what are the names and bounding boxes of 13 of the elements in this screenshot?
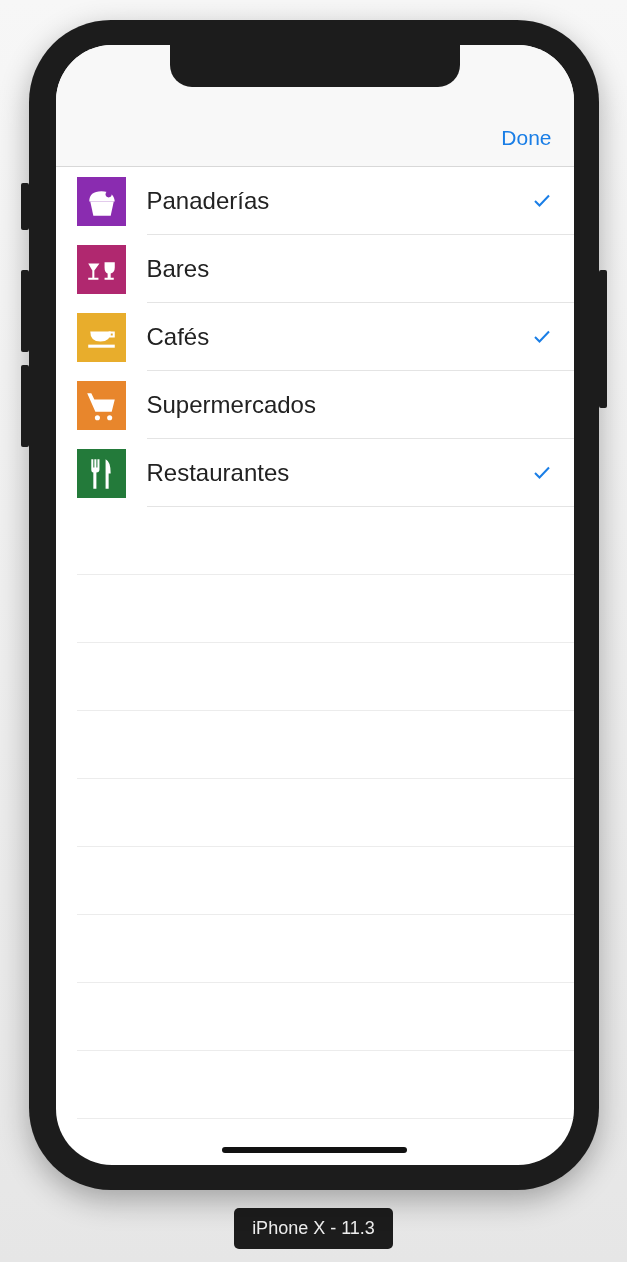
device-label: iPhone X - 11.3 [234, 1208, 393, 1249]
category-name: Panaderías [146, 186, 270, 215]
category-name: Cafés [146, 322, 210, 351]
list-cell[interactable]: Bares [146, 235, 574, 303]
home-indicator[interactable] [221, 1147, 407, 1153]
list-cell[interactable]: Cafés [146, 303, 574, 371]
list-cell[interactable]: Restaurantes [146, 439, 574, 507]
category-name: Bares [146, 254, 210, 283]
category-name: Restaurantes [146, 458, 290, 487]
category-name: Supermercados [146, 390, 316, 419]
list-cell[interactable]: Supermercados [146, 371, 574, 439]
done-button[interactable]: Done [501, 126, 552, 150]
list-cell[interactable]: Panaderías [146, 167, 574, 235]
